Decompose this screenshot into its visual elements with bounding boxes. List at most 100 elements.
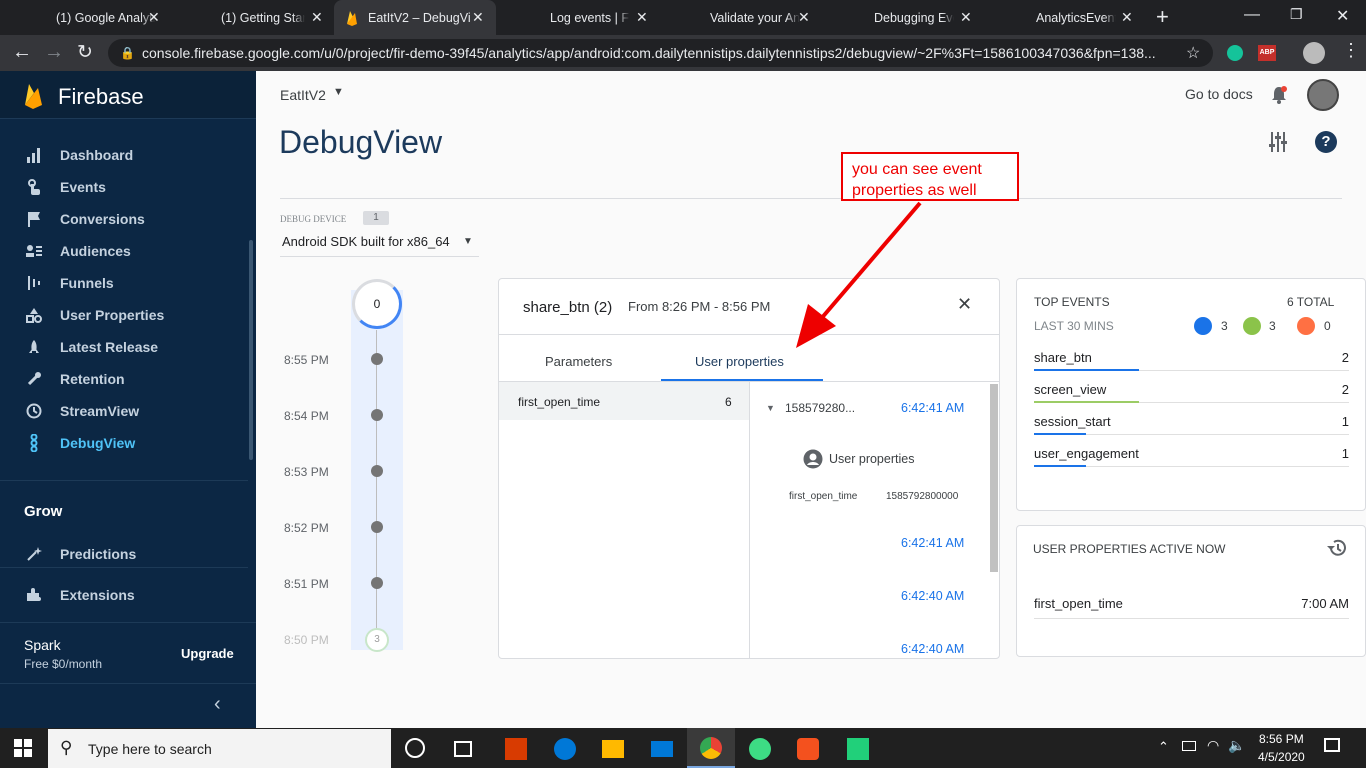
android-studio-icon[interactable] xyxy=(749,738,771,760)
recorder-icon[interactable] xyxy=(797,738,819,760)
menu-icon[interactable]: ⋮ xyxy=(1342,40,1360,61)
close-icon[interactable]: ✕ xyxy=(957,294,972,315)
timeline-counter[interactable]: 0 xyxy=(352,279,402,329)
sidebar-item-dashboard[interactable]: Dashboard xyxy=(0,139,248,171)
event-name: session_start xyxy=(1034,414,1111,429)
browser-tab[interactable]: AnalyticsEvent_ten xyxy=(1016,0,1116,35)
app-icon[interactable] xyxy=(847,738,869,760)
sidebar-item-latest-release[interactable]: Latest Release xyxy=(0,331,248,363)
cortana-icon[interactable] xyxy=(405,738,425,758)
event-entry-time[interactable]: 6:42:41 AM xyxy=(901,536,964,550)
chevron-down-icon[interactable]: ▼ xyxy=(333,86,344,98)
property-row-selected[interactable]: first_open_time 6 xyxy=(499,382,749,420)
sidebar-item-label: Conversions xyxy=(60,211,145,227)
taskbar-search-box[interactable]: ⚲ Type here to search xyxy=(48,729,391,768)
maximize-button[interactable]: ❐ xyxy=(1290,6,1303,23)
edge-icon[interactable] xyxy=(554,738,576,760)
sidebar-item-conversions[interactable]: Conversions xyxy=(0,203,248,235)
browser-tab[interactable]: (1) Getting Started xyxy=(201,0,305,35)
account-avatar[interactable] xyxy=(1307,79,1339,111)
tab-parameters[interactable]: Parameters xyxy=(545,354,612,369)
sidebar-item-events[interactable]: Events xyxy=(0,171,248,203)
event-entry-id[interactable]: 158579280... xyxy=(785,401,855,415)
reload-button[interactable]: ↻ xyxy=(77,41,93,64)
event-entry-time[interactable]: 6:42:40 AM xyxy=(901,589,964,603)
timeline-time: 8:53 PM xyxy=(284,465,329,479)
bell-icon[interactable] xyxy=(1270,85,1288,110)
close-icon[interactable]: ✕ xyxy=(472,9,484,26)
notifications-icon[interactable] xyxy=(1324,738,1340,752)
section-heading-grow[interactable]: Grow xyxy=(24,503,62,520)
top-event-row[interactable]: screen_view 2 xyxy=(1034,382,1349,397)
windows-start-icon[interactable] xyxy=(14,739,32,762)
sidebar-item-user-properties[interactable]: User Properties xyxy=(0,299,248,331)
office-icon[interactable] xyxy=(505,738,527,760)
collapse-sidebar-icon[interactable]: ‹ xyxy=(214,693,221,716)
sidebar-item-audiences[interactable]: Audiences xyxy=(0,235,248,267)
task-view-icon[interactable] xyxy=(454,741,472,757)
close-icon[interactable]: ✕ xyxy=(960,9,972,26)
sidebar-item-predictions[interactable]: Predictions xyxy=(0,538,248,570)
profile-avatar[interactable] xyxy=(1303,42,1325,64)
close-window-button[interactable]: ✕ xyxy=(1336,6,1349,26)
close-icon[interactable]: ✕ xyxy=(311,9,323,26)
back-button[interactable]: ← xyxy=(12,41,32,64)
minimize-button[interactable]: — xyxy=(1244,6,1260,24)
browser-tab[interactable]: Log events | Fireb xyxy=(530,0,630,35)
chevron-up-icon[interactable]: ⌃ xyxy=(1158,739,1169,755)
sidebar-item-streamview[interactable]: StreamView xyxy=(0,395,248,427)
mail-icon[interactable] xyxy=(651,741,673,757)
sidebar-scrollbar[interactable] xyxy=(249,240,253,460)
timeline-dot[interactable] xyxy=(371,465,383,477)
sidebar-item-retention[interactable]: Retention xyxy=(0,363,248,395)
browser-tab[interactable]: Validate your Analy xyxy=(690,0,800,35)
new-tab-button[interactable]: + xyxy=(1156,4,1169,30)
timeline-dot[interactable] xyxy=(371,577,383,589)
lock-icon: 🔒 xyxy=(120,46,135,60)
sidebar-item-extensions[interactable]: Extensions xyxy=(0,579,248,611)
file-explorer-icon[interactable] xyxy=(602,740,624,758)
close-icon[interactable]: ✕ xyxy=(1121,9,1133,26)
browser-tab[interactable]: (1) Google Analytic xyxy=(36,0,156,35)
event-entry-time[interactable]: 6:42:40 AM xyxy=(901,642,964,656)
panel-scrollbar[interactable] xyxy=(990,384,998,572)
top-event-row[interactable]: session_start 1 xyxy=(1034,414,1349,429)
top-event-row[interactable]: share_btn 2 xyxy=(1034,350,1349,365)
user-property-row[interactable]: first_open_time 7:00 AM xyxy=(1034,596,1349,611)
address-bar[interactable]: 🔒 console.firebase.google.com/u/0/project… xyxy=(108,39,1213,67)
browser-tab[interactable]: Debugging Events xyxy=(854,0,954,35)
timeline-event-count[interactable]: 3 xyxy=(365,628,389,652)
tune-icon[interactable] xyxy=(1268,131,1288,158)
history-icon[interactable] xyxy=(1326,538,1348,563)
caret-down-icon[interactable]: ▼ xyxy=(766,403,775,413)
clock-date[interactable]: 4/5/2020 xyxy=(1258,750,1305,764)
timeline-time: 8:50 PM xyxy=(284,633,329,647)
timeline-dot[interactable] xyxy=(371,409,383,421)
sidebar-item-funnels[interactable]: Funnels xyxy=(0,267,248,299)
device-select[interactable]: Android SDK built for x86_64 ▼ xyxy=(280,230,479,257)
timeline-dot[interactable] xyxy=(371,353,383,365)
brand-name[interactable]: Firebase xyxy=(58,84,144,110)
sidebar-item-debugview[interactable]: DebugView xyxy=(0,427,248,459)
wifi-icon[interactable]: ◠ xyxy=(1207,737,1219,754)
clock-time[interactable]: 8:56 PM xyxy=(1259,732,1304,746)
forward-button[interactable]: → xyxy=(44,41,64,64)
close-icon[interactable]: ✕ xyxy=(636,9,648,26)
event-entry-time[interactable]: 6:42:41 AM xyxy=(901,401,964,415)
help-icon[interactable]: ? xyxy=(1315,131,1337,153)
volume-icon[interactable]: 🔈 xyxy=(1228,737,1245,754)
chrome-taskbar-button[interactable] xyxy=(687,728,735,768)
go-to-docs-link[interactable]: Go to docs xyxy=(1185,86,1253,102)
timeline-dot[interactable] xyxy=(371,521,383,533)
grammarly-icon[interactable] xyxy=(1227,45,1243,61)
close-icon[interactable]: ✕ xyxy=(148,9,160,26)
search-placeholder: Type here to search xyxy=(88,741,212,757)
battery-icon[interactable] xyxy=(1182,741,1196,751)
star-icon[interactable]: ☆ xyxy=(1186,43,1200,63)
close-icon[interactable]: ✕ xyxy=(798,9,810,26)
top-event-row[interactable]: user_engagement 1 xyxy=(1034,446,1349,461)
adblock-icon[interactable]: ABP xyxy=(1258,45,1276,61)
project-selector[interactable]: EatItV2 xyxy=(280,87,326,103)
upgrade-button[interactable]: Upgrade xyxy=(181,646,234,661)
tab-user-properties[interactable]: User properties xyxy=(695,354,784,369)
